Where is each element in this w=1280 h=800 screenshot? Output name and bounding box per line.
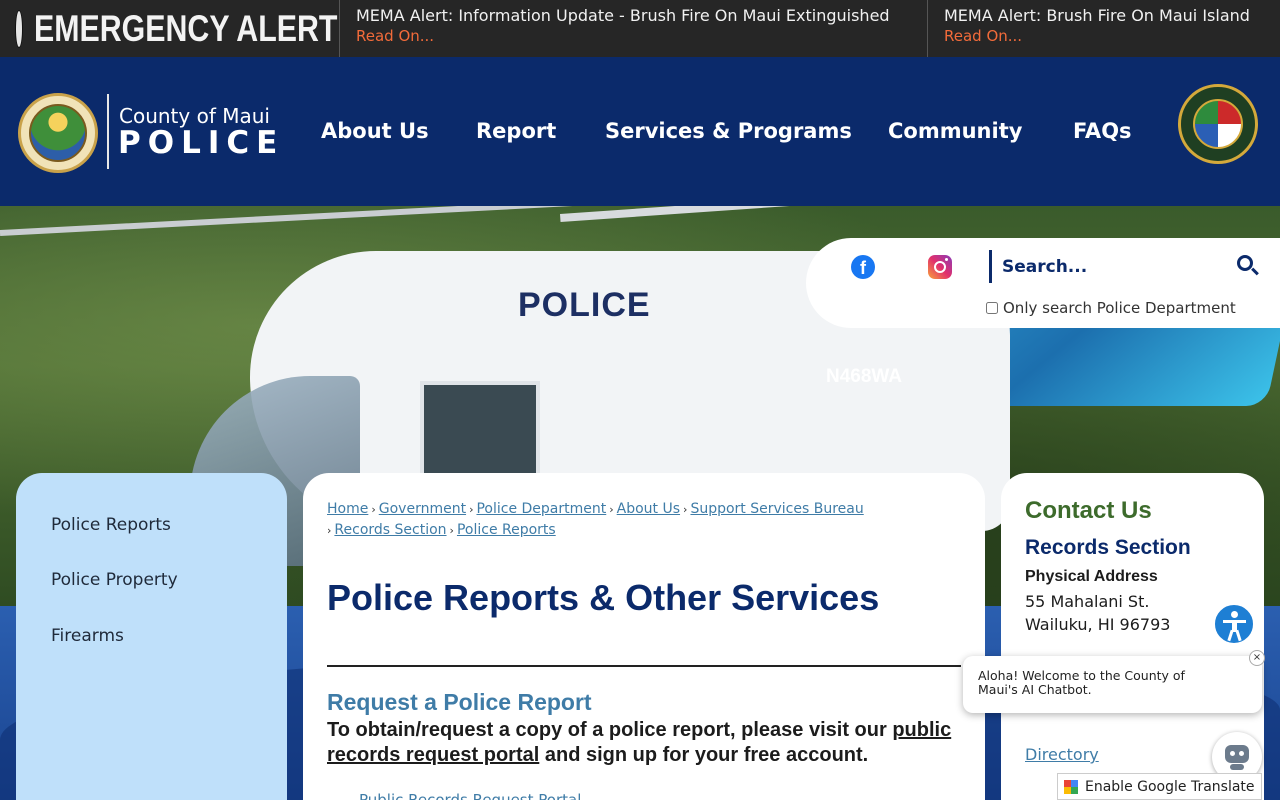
- only-search-checkbox[interactable]: [986, 302, 998, 314]
- records-portal-sub-link[interactable]: Public Records Request Portal: [359, 791, 581, 800]
- breadcrumb-police-reports[interactable]: Police Reports: [457, 522, 556, 538]
- alert-title: EMERGENCY ALERT: [34, 7, 338, 49]
- logo-police-text[interactable]: POLICE: [118, 125, 284, 161]
- alert-item-text: MEMA Alert: Information Update - Brush F…: [356, 6, 890, 25]
- alert-header: EMERGENCY ALERT: [0, 0, 340, 57]
- breadcrumb-police-department[interactable]: Police Department: [476, 501, 606, 517]
- instagram-icon[interactable]: [928, 255, 952, 279]
- body-text-pre: To obtain/request a copy of a police rep…: [327, 719, 893, 741]
- physical-address-label: Physical Address: [1025, 568, 1158, 585]
- nav-about-us[interactable]: About Us: [321, 119, 429, 143]
- alert-item-text: MEMA Alert: Brush Fire On Maui Island: [944, 6, 1250, 25]
- helicopter-registration: N468WA: [826, 366, 903, 387]
- nav-services-programs[interactable]: Services & Programs: [605, 119, 852, 143]
- search-icon[interactable]: [1236, 254, 1260, 278]
- main-content: Home › Government › Police Department › About …: [303, 473, 985, 800]
- body-paragraph: To obtain/request a copy of a police rep…: [327, 718, 967, 768]
- body-text-post: and sign up for your free account.: [539, 744, 869, 766]
- breadcrumb: Home › Government › Police Department › About …: [327, 501, 864, 538]
- badge-emblem-icon: [1193, 99, 1243, 149]
- county-seal-logo[interactable]: [18, 93, 98, 173]
- sidebar-nav: Police Reports Police Property Firearms: [16, 473, 287, 800]
- chatbot-message: Aloha! Welcome to the County of Maui's A…: [978, 668, 1185, 697]
- directory-link[interactable]: Directory: [1025, 745, 1099, 764]
- only-search-police-option[interactable]: Only search Police Department: [986, 299, 1236, 317]
- seal-emblem-icon: [29, 104, 87, 162]
- sidebar-item-police-reports[interactable]: Police Reports: [51, 515, 171, 535]
- breadcrumb-records-section[interactable]: Records Section: [334, 522, 446, 538]
- chatbot-greeting-bubble[interactable]: Aloha! Welcome to the County of Maui's A…: [963, 656, 1262, 713]
- address-line-1: 55 Mahalani St.: [1025, 592, 1150, 611]
- helicopter-police-text: POLICE: [518, 286, 651, 324]
- section-heading: Request a Police Report: [327, 689, 592, 715]
- chatbot-close-icon[interactable]: ×: [1249, 650, 1265, 666]
- address-line-2: Wailuku, HI 96793: [1025, 615, 1171, 634]
- search-input[interactable]: [1002, 252, 1222, 282]
- alert-read-on-link[interactable]: Read On...: [944, 26, 1264, 46]
- nav-community[interactable]: Community: [888, 119, 1022, 143]
- title-divider: [327, 665, 961, 667]
- facebook-icon[interactable]: f: [851, 255, 875, 279]
- breadcrumb-support-services[interactable]: Support Services Bureau: [690, 501, 863, 517]
- breadcrumb-government[interactable]: Government: [379, 501, 466, 517]
- nav-report[interactable]: Report: [476, 119, 556, 143]
- site-header: County of Maui POLICE About Us Report Se…: [0, 57, 1280, 206]
- accessibility-icon[interactable]: [1213, 603, 1255, 645]
- alert-light-icon: [16, 10, 22, 47]
- alert-read-on-link[interactable]: Read On...: [356, 26, 911, 46]
- alert-item[interactable]: MEMA Alert: Information Update - Brush F…: [340, 0, 928, 57]
- logo-divider: [107, 94, 109, 169]
- breadcrumb-home[interactable]: Home: [327, 501, 368, 517]
- emergency-alert-bar: EMERGENCY ALERT MEMA Alert: Information …: [0, 0, 1280, 57]
- search-divider: [989, 250, 992, 283]
- contact-title: Contact Us: [1025, 497, 1152, 524]
- mpd-badge-logo: [1178, 84, 1258, 164]
- page-title: Police Reports & Other Services: [327, 577, 880, 618]
- search-panel: f Only search Police Department: [806, 238, 1280, 328]
- alert-item[interactable]: MEMA Alert: Brush Fire On Maui Island Re…: [928, 0, 1280, 57]
- sidebar-item-firearms[interactable]: Firearms: [51, 626, 124, 646]
- nav-faqs[interactable]: FAQs: [1073, 119, 1132, 143]
- sidebar-item-police-property[interactable]: Police Property: [51, 570, 178, 590]
- translate-label: Enable Google Translate: [1085, 778, 1255, 795]
- breadcrumb-about-us[interactable]: About Us: [617, 501, 680, 517]
- google-translate-icon: [1064, 779, 1078, 794]
- contact-section-name: Records Section: [1025, 536, 1191, 559]
- google-translate-button[interactable]: Enable Google Translate: [1057, 773, 1262, 800]
- only-search-label: Only search Police Department: [1003, 299, 1236, 317]
